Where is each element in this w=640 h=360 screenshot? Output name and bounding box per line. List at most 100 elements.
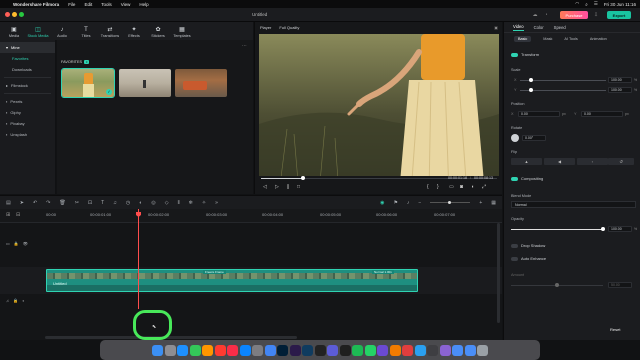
app-store-icon[interactable]	[239, 344, 251, 356]
scale-x-input[interactable]: 100.00	[608, 77, 632, 83]
menu-file[interactable]: File	[68, 2, 75, 7]
sidebar-item-favorites[interactable]: Favorites	[0, 53, 55, 64]
safari-icon[interactable]	[177, 344, 188, 356]
scale-y-input[interactable]: 100.00	[608, 87, 632, 93]
terminal-icon[interactable]	[339, 344, 351, 356]
download-icon[interactable]: ⇩	[593, 12, 599, 18]
maximize-window-button[interactable]	[19, 12, 24, 17]
close-window-button[interactable]	[5, 12, 10, 17]
mic-icon[interactable]: ♪	[407, 200, 410, 206]
clock[interactable]: Fri 30 Jun 11:16	[604, 2, 636, 7]
split-icon[interactable]: ⫴	[178, 200, 180, 206]
freeze-icon[interactable]: ❄	[189, 200, 193, 206]
volume-icon[interactable]: ◖	[471, 184, 474, 190]
video-clip[interactable]: Freeze Frame Normal 1.00x Untitled	[46, 269, 418, 292]
opacity-handle[interactable]	[601, 227, 605, 231]
sidebar-item-filmstock[interactable]: ▸ Filmstock	[0, 80, 55, 91]
tool-transitions[interactable]: ⇄ Transitions	[98, 22, 122, 40]
render-icon[interactable]: ◉	[380, 200, 384, 206]
cloud-icon[interactable]: ☁	[532, 12, 538, 18]
timeline-ruler[interactable]: ⊞ ⊟ 00:00 00:00:01:00 00:00:02:00 00:00:…	[0, 209, 502, 223]
playhead-line[interactable]	[138, 209, 139, 309]
flip-vertical-button[interactable]: ◀	[544, 158, 575, 165]
subtab-animation[interactable]: Animation	[590, 37, 607, 41]
tab-video[interactable]: Video	[513, 24, 524, 31]
auto-enhance-toggle[interactable]	[511, 256, 518, 261]
chrome-icon[interactable]	[264, 344, 276, 356]
music-app-icon[interactable]	[227, 344, 238, 356]
scale-y-handle[interactable]	[529, 88, 533, 92]
menu-view[interactable]: View	[121, 2, 131, 7]
telegram-icon[interactable]	[414, 344, 426, 356]
sidebar-item-unsplash[interactable]: ▪ Unsplash	[0, 129, 55, 140]
mark-in-icon[interactable]: {	[427, 184, 429, 190]
mark-out-icon[interactable]: }	[437, 184, 439, 190]
tool-stock-media[interactable]: ◫ Stock Media	[26, 22, 50, 40]
zoom-handle[interactable]	[448, 201, 452, 204]
fullscreen-icon[interactable]: ⤢	[482, 184, 486, 190]
photoshop-icon[interactable]	[277, 344, 288, 356]
lock-icon[interactable]: 🔒	[14, 241, 19, 246]
trash-icon[interactable]	[477, 344, 488, 356]
crop-icon[interactable]: ⊡	[88, 200, 92, 206]
mask-icon[interactable]: ◎	[151, 200, 155, 206]
menu-tools[interactable]: Tools	[101, 2, 112, 7]
pause-icon[interactable]: ∥	[287, 184, 290, 190]
add-track-icon[interactable]: ⊞	[6, 212, 10, 218]
position-x-input[interactable]: 0.00	[518, 111, 560, 117]
speed-icon[interactable]: ◷	[126, 200, 130, 206]
subtab-mask[interactable]: Mask	[543, 37, 552, 41]
flip-horizontal-button[interactable]: ▲	[511, 158, 542, 165]
delete-icon[interactable]: 🗑	[59, 200, 65, 206]
sidebar-item-pixabay[interactable]: ▪ Pixabay	[0, 118, 55, 129]
sidebar-item-pexels[interactable]: ▪ Pexels	[0, 96, 55, 107]
finder-icon[interactable]	[152, 344, 163, 356]
lightroom-icon[interactable]	[302, 344, 313, 356]
screenshot-icon[interactable]	[427, 344, 438, 356]
drop-shadow-section[interactable]: Drop Shadow	[511, 243, 545, 248]
grid-icon[interactable]: ▦	[491, 200, 496, 206]
reset-button[interactable]: Reset	[610, 327, 620, 332]
link-icon[interactable]: ⊟	[16, 212, 20, 218]
notes-icon[interactable]	[377, 344, 388, 356]
tab-color[interactable]: Color	[534, 25, 544, 30]
ai-icon[interactable]: ✧	[202, 200, 206, 206]
notification-icon[interactable]: ◔	[543, 12, 549, 18]
audio-icon[interactable]: ♫	[113, 200, 117, 206]
snapshot-icon[interactable]: ▣	[494, 25, 498, 30]
compositing-toggle[interactable]	[511, 176, 518, 181]
zoom-in-icon[interactable]: +	[479, 200, 482, 206]
timeline-scrollbar[interactable]	[45, 336, 297, 339]
display-icon[interactable]: ▭	[449, 184, 454, 190]
acrobat-icon[interactable]	[402, 344, 413, 356]
tool-audio[interactable]: ♪ Audio	[50, 22, 74, 40]
amount-input[interactable]: 50.00	[608, 282, 632, 288]
eye-icon[interactable]: 👁	[23, 241, 28, 246]
rotate-input[interactable]: 0.00°	[522, 135, 546, 141]
opacity-input[interactable]: 100.00	[608, 226, 632, 232]
keynote-icon[interactable]	[439, 344, 451, 356]
zoom-out-icon[interactable]: −	[418, 200, 421, 206]
more-options-icon[interactable]: ⋯	[242, 43, 247, 49]
rotate-dial[interactable]	[511, 134, 519, 142]
color-icon[interactable]: ◐	[139, 200, 142, 206]
whatsapp-icon[interactable]	[364, 344, 376, 356]
quality-dropdown[interactable]: Full Quality	[279, 25, 299, 30]
vertical-scrollbar[interactable]	[497, 223, 500, 323]
menu-help[interactable]: Help	[139, 2, 148, 7]
play-icon[interactable]: ▷	[275, 184, 279, 190]
redo-icon[interactable]: ↷	[46, 200, 50, 206]
volume-icon[interactable]: ◖	[22, 298, 24, 303]
folder-icon[interactable]	[452, 344, 463, 356]
spotify-icon[interactable]	[352, 344, 363, 356]
final-cut-icon[interactable]	[314, 344, 326, 356]
amount-handle[interactable]	[555, 283, 559, 287]
scrubber-handle[interactable]	[301, 176, 306, 180]
transform-toggle[interactable]	[511, 52, 518, 57]
cut-icon[interactable]: ✂	[75, 200, 79, 206]
vlc-icon[interactable]	[389, 344, 401, 356]
filmora-icon[interactable]	[327, 344, 338, 356]
text-icon[interactable]: T	[101, 200, 104, 206]
camera-icon[interactable]: ◙	[460, 184, 463, 190]
menu-edit[interactable]: Edit	[84, 2, 92, 7]
